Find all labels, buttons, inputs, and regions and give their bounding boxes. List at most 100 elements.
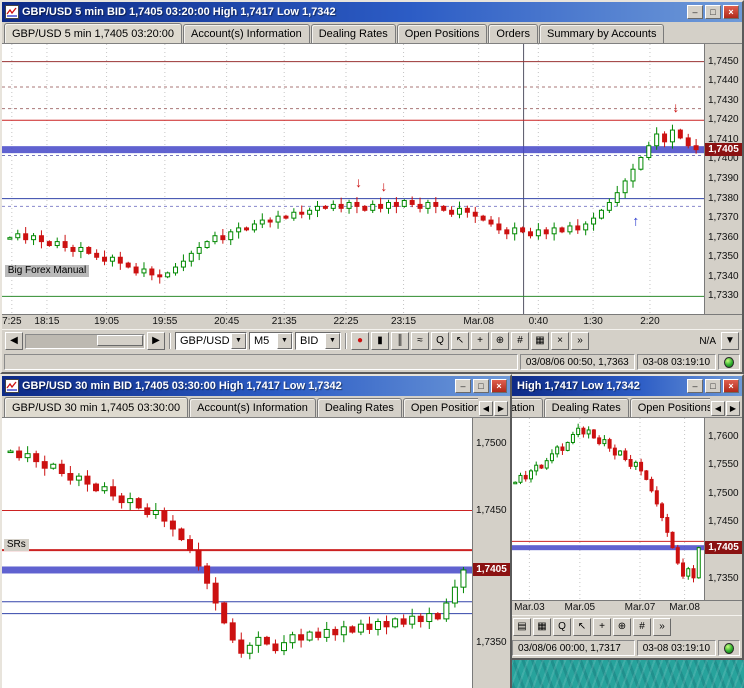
crosshair-tool-icon-button[interactable]: + <box>471 332 489 350</box>
tab-dealing-rates[interactable]: Dealing Rates <box>544 398 629 417</box>
connection-status <box>718 354 740 370</box>
maximize-button[interactable]: □ <box>473 379 489 393</box>
chart-scrollbar[interactable] <box>25 334 145 349</box>
close-button[interactable]: × <box>723 379 739 393</box>
window-title-bar[interactable]: High 1,7417 Low 1,7342 – □ × <box>510 376 742 396</box>
minimize-button[interactable]: – <box>455 379 471 393</box>
na-indicator: N/A <box>696 336 719 347</box>
time-axis-label: Mar.08 <box>669 602 700 613</box>
price-axis-label: 1,7450 <box>708 516 739 527</box>
more-tools-icon-button[interactable]: » <box>653 618 671 636</box>
grid-toggle-icon-button[interactable]: # <box>633 618 651 636</box>
tab-account-s-information[interactable]: Account(s) Information <box>189 398 316 417</box>
tab-summary-by-accounts[interactable]: Summary by Accounts <box>539 24 664 43</box>
chevron-down-icon[interactable]: ▼ <box>231 333 246 349</box>
tab-scroll-left-button[interactable]: ◀ <box>479 401 493 416</box>
tab-open-positions[interactable]: Open Positions <box>397 24 488 43</box>
current-price-tag: 1,7405 <box>473 563 510 576</box>
more-tools-icon-button[interactable]: » <box>571 332 589 350</box>
indicator-dialog-icon-button[interactable]: ▦ <box>531 332 549 350</box>
maximize-button[interactable]: □ <box>705 5 721 19</box>
zoom-box-icon-button[interactable]: Q <box>431 332 449 350</box>
chart-window-icon <box>5 5 19 19</box>
minimize-button[interactable]: – <box>687 379 703 393</box>
chart-area-30min: SRs 1,75001,74501,73501,7405 <box>2 418 510 688</box>
time-axis-label: 18:15 <box>34 316 59 327</box>
sell-arrow-marker: ↓ <box>380 180 387 193</box>
price-axis-label: 1,7330 <box>708 290 739 301</box>
price-axis-label: 1,7420 <box>708 114 739 125</box>
time-axis-label: Mar.05 <box>565 602 596 613</box>
price-axis[interactable]: 1,75001,74501,73501,7405 <box>472 418 510 688</box>
window-title-bar[interactable]: GBP/USD 5 min BID 1,7405 03:20:00 High 1… <box>2 2 742 22</box>
price-axis[interactable]: 1,74501,74401,74301,74201,74101,74001,73… <box>704 44 742 314</box>
status-bar: 03/08/06 00:00, 1,7317 03-08 03:19:10 <box>510 638 742 658</box>
tab-gbp-usd-5-min-1-7405-03-20-00[interactable]: GBP/USD 5 min 1,7405 03:20:00 <box>4 23 182 43</box>
status-candle-info: 03/08/06 00:00, 1,7317 <box>512 640 635 656</box>
time-axis-label: 2:20 <box>640 316 659 327</box>
maximize-button[interactable]: □ <box>705 379 721 393</box>
price-axis[interactable]: 1,76001,75501,75001,74501,73501,7405 <box>704 418 742 600</box>
tab-open-positions[interactable]: Open Positions <box>403 398 478 417</box>
tab-orders[interactable]: Orders <box>488 24 538 43</box>
sell-arrow-marker: ↓ <box>672 101 679 114</box>
scroll-left-button[interactable]: ◀ <box>5 332 23 350</box>
time-axis-label: 0:40 <box>529 316 548 327</box>
candlestick-plot-30min[interactable]: SRs <box>2 418 472 688</box>
period-value: M5 <box>254 335 269 347</box>
time-axis[interactable]: 7:2518:1519:0519:5520:4521:3522:2523:15M… <box>2 314 742 329</box>
tab-account-s-information[interactable]: Account(s) Information <box>183 24 310 43</box>
tile-layout-icon-button[interactable]: ▤ <box>513 618 531 636</box>
tab-row: GBP/USD 30 min 1,7405 03:30:00Account(s)… <box>2 396 510 418</box>
candlestick-plot-5min[interactable]: ↓↓↓↑Big Forex Manual <box>2 44 704 314</box>
scroll-right-button[interactable]: ▶ <box>147 332 165 350</box>
tab-scroll-right-button[interactable]: ▶ <box>494 401 508 416</box>
tab-scroll-right-button[interactable]: ▶ <box>726 401 740 416</box>
crosshair-tool-icon-button[interactable]: + <box>593 618 611 636</box>
close-button[interactable]: × <box>491 379 507 393</box>
grid-layout-icon-button[interactable]: ▦ <box>533 618 551 636</box>
tab-gbp-usd-30-min-1-7405-03-30-00[interactable]: GBP/USD 30 min 1,7405 03:30:00 <box>4 397 188 417</box>
window-buttons: – □ × <box>687 5 739 19</box>
current-price-tag: 1,7405 <box>705 143 742 156</box>
pointer-tool-icon-button[interactable]: ↖ <box>573 618 591 636</box>
tab-open-positions[interactable]: Open Positions <box>630 398 710 417</box>
bar-view-icon-button[interactable]: ║ <box>391 332 409 350</box>
line-view-icon-button[interactable]: ≈ <box>411 332 429 350</box>
tick-chart-icon-button[interactable]: ● <box>351 332 369 350</box>
symbol-select[interactable]: GBP/USD ▼ <box>175 332 247 350</box>
status-clock: 03-08 03:19:10 <box>637 640 716 656</box>
price-axis-label: 1,7380 <box>708 193 739 204</box>
chevron-down-icon[interactable]: ▼ <box>325 333 340 349</box>
period-select[interactable]: M5 ▼ <box>249 332 293 350</box>
tab-strip: GBP/USD 5 min 1,7405 03:20:00Account(s) … <box>4 23 740 43</box>
remove-drawing-icon-button[interactable]: × <box>551 332 569 350</box>
minimize-button[interactable]: – <box>687 5 703 19</box>
time-axis[interactable]: Mar.03Mar.05Mar.07Mar.08 <box>510 600 742 615</box>
candlestick-view-icon-button[interactable]: ▮ <box>371 332 389 350</box>
window-title: GBP/USD 5 min BID 1,7405 03:20:00 High 1… <box>22 6 684 18</box>
price-axis-label: 1,7370 <box>708 212 739 223</box>
candlestick-plot-daily[interactable] <box>510 418 704 600</box>
status-bar: 03/08/06 00:50, 1,7363 03-08 03:19:10 <box>2 352 742 372</box>
time-axis-label: 19:05 <box>94 316 119 327</box>
chart-menu-button[interactable]: ▼ <box>721 332 739 350</box>
tab-scroll-left-button[interactable]: ◀ <box>711 401 725 416</box>
price-axis-label: 1,7500 <box>708 488 739 499</box>
price-type-select[interactable]: BID ▼ <box>295 332 341 350</box>
tab-dealing-rates[interactable]: Dealing Rates <box>311 24 396 43</box>
window-title-bar[interactable]: GBP/USD 30 min BID 1,7405 03:30:00 High … <box>2 376 510 396</box>
tab-dealing-rates[interactable]: Dealing Rates <box>317 398 402 417</box>
chevron-down-icon[interactable]: ▼ <box>277 333 292 349</box>
zoom-in-icon-button[interactable]: ⊕ <box>491 332 509 350</box>
zoom-box-icon-button[interactable]: Q <box>553 618 571 636</box>
pointer-tool-icon-button[interactable]: ↖ <box>451 332 469 350</box>
grid-toggle-icon-button[interactable]: # <box>511 332 529 350</box>
close-button[interactable]: × <box>723 5 739 19</box>
time-axis-label: Mar.03 <box>514 602 545 613</box>
scrollbar-thumb[interactable] <box>97 335 143 346</box>
time-axis-label: Mar.08 <box>463 316 494 327</box>
tab-account-s-information[interactable]: Account(s) Information <box>512 398 543 417</box>
window-buttons: – □ × <box>687 379 739 393</box>
zoom-in-icon-button[interactable]: ⊕ <box>613 618 631 636</box>
